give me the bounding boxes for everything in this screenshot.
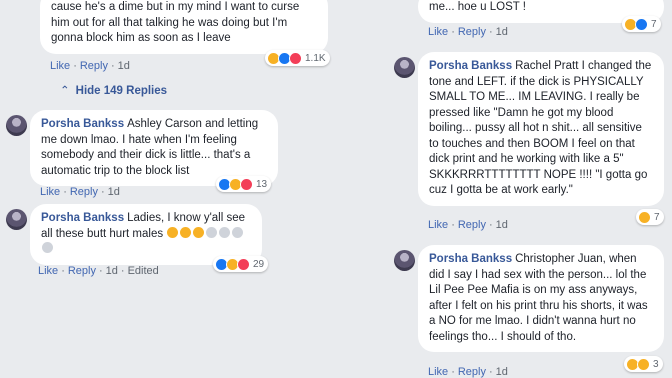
comment-actions: Like · Reply · 1d: [50, 60, 130, 72]
reply-link[interactable]: Reply: [458, 219, 486, 231]
reply-bubble: Porsha Bankss Ashley Carson and letting m…: [30, 110, 278, 186]
avatar[interactable]: [6, 115, 27, 136]
timestamp[interactable]: 1d: [496, 219, 508, 231]
reply-text: Christopher Juan, when did I say I had s…: [429, 253, 648, 343]
author-name[interactable]: Porsha Bankss: [41, 118, 124, 130]
skull-emoji-icon: [42, 242, 53, 253]
love-reaction-icon: [237, 257, 250, 271]
like-link[interactable]: Like: [40, 186, 60, 198]
timestamp[interactable]: 1d: [118, 60, 130, 72]
comment-actions: Like · Reply · 1d: [428, 26, 508, 38]
author-name[interactable]: Porsha Bankss: [429, 60, 512, 72]
like-link[interactable]: Like: [50, 60, 70, 72]
reply-actions: Like · Reply · 1d: [40, 186, 120, 198]
timestamp[interactable]: 1d: [106, 265, 118, 277]
reply-actions: Like · Reply · 1d: [428, 219, 508, 231]
edited-label: Edited: [127, 265, 159, 277]
left-comment-column: cause he's a dime but in my mind I want …: [0, 0, 336, 378]
reply-link[interactable]: Reply: [458, 26, 486, 38]
love-reaction-icon: [289, 51, 302, 65]
reply-actions: Like · Reply · 1d: [428, 366, 508, 378]
hide-replies-label: Hide 149 Replies: [75, 85, 168, 97]
reaction-count: 7: [654, 211, 660, 223]
skull-emoji-icon: [232, 226, 244, 238]
reaction-summary[interactable]: 13: [216, 176, 272, 192]
like-link[interactable]: Like: [428, 26, 448, 38]
like-link[interactable]: Like: [38, 265, 58, 277]
hide-replies-link[interactable]: ⌃ Hide 149 Replies: [60, 83, 167, 97]
laugh-reaction-icon: [638, 210, 651, 224]
like-link[interactable]: Like: [428, 366, 448, 378]
author-name[interactable]: Porsha Bankss: [41, 212, 124, 224]
comment-bubble: cause he's a dime but in my mind I want …: [40, 0, 328, 54]
reaction-count: 13: [256, 178, 268, 190]
reply-bubble: Porsha Bankss Rachel Pratt I changed the …: [418, 52, 664, 206]
right-comment-column: me... hoe u LOST ! 7 Like · Reply · 1d Porsh…: [336, 0, 672, 378]
reply-actions: Like · Reply · 1d · Edited: [38, 265, 159, 277]
skull-emoji-icon: [206, 226, 218, 238]
laughing-emoji-icon: [180, 226, 192, 238]
reaction-summary[interactable]: 1.1K: [265, 50, 330, 66]
laughing-emoji-icon: [193, 226, 205, 238]
skull-emoji-icon: [219, 226, 231, 238]
timestamp[interactable]: 1d: [496, 26, 508, 38]
reply-text: Rachel Pratt I changed the tone and LEFT…: [429, 60, 652, 196]
timestamp[interactable]: 1d: [108, 186, 120, 198]
love-reaction-icon: [240, 177, 253, 191]
reply-bubble: Porsha Bankss Christopher Juan, when did …: [418, 245, 664, 352]
avatar[interactable]: [394, 57, 415, 78]
reply-link[interactable]: Reply: [80, 60, 108, 72]
reaction-summary[interactable]: 29: [213, 256, 269, 272]
author-name[interactable]: Porsha Bankss: [429, 253, 512, 265]
reaction-count: 1.1K: [305, 52, 326, 64]
wow-reaction-icon: [637, 357, 650, 371]
avatar[interactable]: [394, 250, 415, 271]
reply-link[interactable]: Reply: [68, 265, 96, 277]
reaction-summary[interactable]: 7: [636, 209, 664, 225]
reply-link[interactable]: Reply: [458, 366, 486, 378]
chevron-up-icon: ⌃: [60, 85, 70, 97]
timestamp[interactable]: 1d: [496, 366, 508, 378]
like-link[interactable]: Like: [428, 219, 448, 231]
comment-text: me... hoe u LOST !: [429, 1, 526, 13]
laughing-emoji-icon: [167, 226, 179, 238]
avatar[interactable]: [6, 209, 27, 230]
like-reaction-icon: [635, 17, 648, 31]
reaction-summary[interactable]: 3: [624, 356, 663, 372]
reaction-count: 3: [653, 358, 659, 370]
reaction-summary[interactable]: 7: [622, 16, 661, 32]
comment-text: cause he's a dime but in my mind I want …: [51, 1, 300, 44]
reaction-count: 29: [253, 258, 265, 270]
reaction-count: 7: [651, 18, 657, 30]
reply-link[interactable]: Reply: [70, 186, 98, 198]
